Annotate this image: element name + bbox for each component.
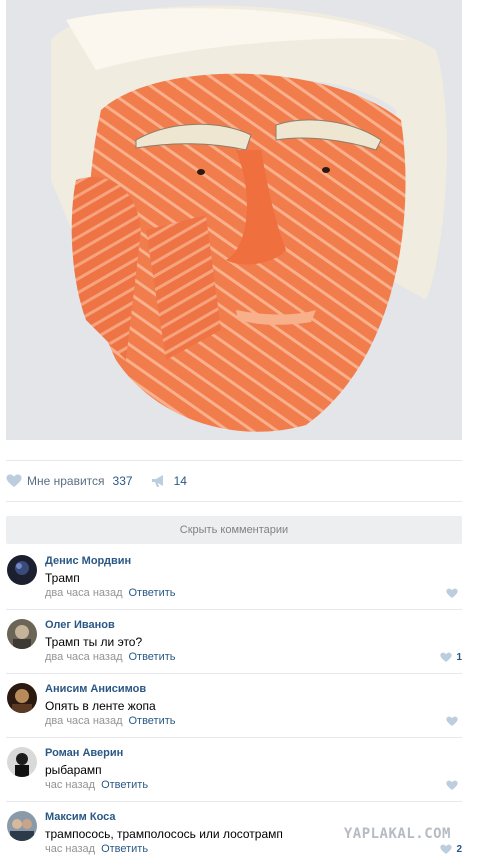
comment-time[interactable]: два часа назад (45, 651, 122, 663)
actions-divider-top (6, 460, 462, 461)
comment-item: Анисим Анисимов Опять в ленте жопа два ч… (6, 674, 462, 738)
watermark: YAPLAKAL.COM (343, 826, 451, 842)
avatar[interactable] (7, 619, 37, 649)
avatar[interactable] (7, 555, 37, 585)
share-button[interactable]: 14 (151, 474, 187, 488)
comment-author[interactable]: Анисим Анисимов (45, 683, 146, 695)
heart-icon (446, 716, 458, 727)
comment-like-button[interactable]: 1 (440, 652, 462, 663)
avatar[interactable] (7, 747, 37, 777)
comment-author[interactable]: Денис Мордвин (45, 555, 131, 567)
comment-like-button[interactable]: 2 (440, 844, 462, 855)
comment-meta: два часа назад Ответить (45, 651, 176, 663)
like-label: Мне нравится (27, 474, 105, 488)
heart-icon (446, 780, 458, 791)
reply-button[interactable]: Ответить (128, 715, 175, 727)
comment-author[interactable]: Роман Аверин (45, 747, 123, 759)
comments-list: Денис Мордвин Трамп два часа назад Ответи… (6, 546, 462, 865)
comment-meta: два часа назад Ответить (45, 587, 176, 599)
comment-item: Денис Мордвин Трамп два часа назад Ответи… (6, 546, 462, 610)
megaphone-icon (151, 474, 167, 488)
comment-text: Опять в ленте жопа (45, 699, 156, 713)
heart-icon (440, 652, 453, 663)
heart-icon (6, 474, 22, 488)
reply-button[interactable]: Ответить (101, 779, 148, 791)
reply-button[interactable]: Ответить (101, 843, 148, 855)
comment-text: трампосось, трамполосось или лосотрамп (45, 827, 283, 841)
comment-time[interactable]: два часа назад (45, 715, 122, 727)
comment-like-count: 1 (456, 652, 462, 663)
comment-author[interactable]: Максим Коса (45, 811, 116, 823)
comment-text: Трамп ты ли это? (45, 635, 143, 649)
like-count: 337 (112, 474, 133, 488)
comment-text: рыбарамп (45, 763, 102, 777)
comment-time[interactable]: час назад (45, 843, 95, 855)
comment-item: Роман Аверин рыбарамп час назад Ответить (6, 738, 462, 802)
avatar[interactable] (7, 811, 37, 841)
like-button[interactable]: Мне нравится 337 (6, 474, 133, 488)
comment-like-count: 2 (456, 844, 462, 855)
comment-author[interactable]: Олег Иванов (45, 619, 115, 631)
heart-icon (446, 588, 458, 599)
comment-meta: час назад Ответить (45, 779, 148, 791)
post-photo[interactable] (6, 0, 462, 440)
comment-meta: два часа назад Ответить (45, 715, 176, 727)
avatar[interactable] (7, 683, 37, 713)
comment-item: Олег Иванов Трамп ты ли это? два часа на… (6, 610, 462, 674)
actions-divider-bottom (6, 501, 462, 502)
share-count: 14 (173, 474, 187, 488)
heart-icon (440, 844, 453, 855)
comment-meta: час назад Ответить (45, 843, 148, 855)
comment-time[interactable]: час назад (45, 779, 95, 791)
hide-comments-button[interactable]: Скрыть комментарии (6, 516, 462, 544)
comment-like-button[interactable] (446, 780, 462, 791)
comment-like-button[interactable] (446, 716, 462, 727)
reply-button[interactable]: Ответить (128, 651, 175, 663)
comment-like-button[interactable] (446, 588, 462, 599)
comment-text: Трамп (45, 571, 80, 585)
reply-button[interactable]: Ответить (128, 587, 175, 599)
comment-time[interactable]: два часа назад (45, 587, 122, 599)
post-actions-bar: Мне нравится 337 14 (6, 462, 462, 500)
